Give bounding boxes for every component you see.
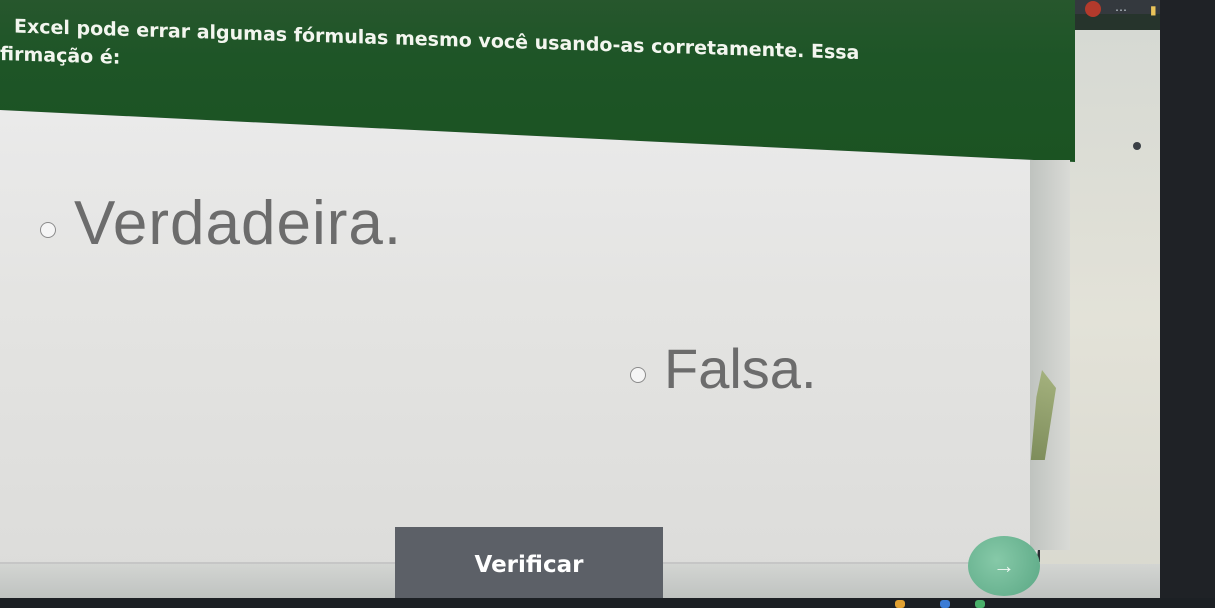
taskbar-app-icon[interactable] bbox=[975, 600, 985, 608]
option-verdadeira[interactable]: Verdadeira. bbox=[40, 188, 402, 259]
option-falsa-label: Falsa. bbox=[664, 337, 817, 400]
side-panel bbox=[1030, 160, 1070, 550]
indicator-dot bbox=[1133, 142, 1141, 150]
arrow-right-icon: → bbox=[993, 553, 1015, 578]
notification-icon[interactable]: ▮ bbox=[1150, 3, 1157, 17]
question-text: Excel pode errar algumas fórmulas mesmo … bbox=[0, 12, 1060, 101]
profile-avatar-icon[interactable] bbox=[1085, 1, 1101, 17]
taskbar-app-icon[interactable] bbox=[940, 600, 950, 608]
monitor-bezel bbox=[1160, 0, 1215, 608]
option-falsa[interactable]: Falsa. bbox=[630, 336, 817, 401]
verify-button[interactable]: Verificar bbox=[395, 527, 663, 608]
more-menu-icon[interactable]: ⋯ bbox=[1115, 3, 1127, 17]
taskbar-app-icon[interactable] bbox=[895, 600, 905, 608]
option-verdadeira-label: Verdadeira. bbox=[74, 189, 403, 258]
answer-area bbox=[0, 110, 1050, 580]
next-button[interactable]: → bbox=[968, 536, 1040, 596]
radio-falsa[interactable] bbox=[630, 366, 646, 383]
taskbar bbox=[0, 598, 1215, 608]
radio-verdadeira[interactable] bbox=[40, 221, 56, 238]
